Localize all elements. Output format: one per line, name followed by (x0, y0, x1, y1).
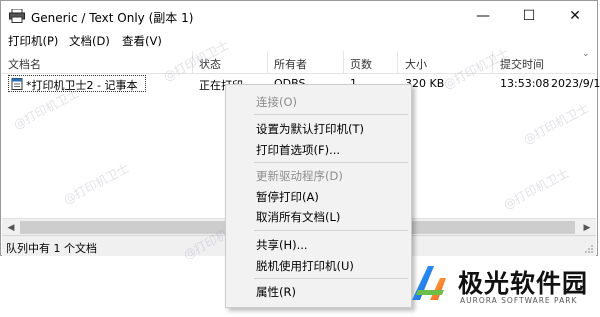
menu-bar: 打印机(P) 文档(D) 查看(V) (1, 31, 597, 51)
close-button[interactable]: ✕ (552, 1, 598, 31)
document-name: *打印机卫士2 - 记事本 (26, 79, 138, 92)
menu-item-update-driver: 更新驱动程序(D) (256, 169, 343, 183)
status-text: 队列中有 1 个文档 (6, 242, 97, 255)
document-icon (11, 78, 23, 93)
column-divider[interactable] (343, 51, 344, 73)
menu-separator (254, 114, 408, 115)
document-date: 2023/9/1 (551, 77, 600, 90)
menu-item-set-default[interactable]: 设置为默认打印机(T) (256, 121, 364, 137)
menu-item-cancel-all[interactable]: 取消所有文档(L) (256, 209, 340, 225)
scroll-left-icon[interactable]: ◀ (3, 220, 19, 235)
column-header-name[interactable]: 文档名 (8, 56, 41, 72)
maximize-button[interactable]: ☐ (506, 1, 552, 31)
site-logo: 极光软件园 AURORA SOFTWARE PARK (400, 258, 596, 314)
menu-separator (254, 278, 408, 279)
column-header-size[interactable]: 大小 (405, 56, 427, 72)
menu-separator (254, 162, 408, 163)
menu-item-properties[interactable]: 属性(R) (256, 284, 296, 300)
minimize-button[interactable]: — (460, 1, 506, 31)
menu-item-printing-preferences[interactable]: 打印首选项(F)... (256, 142, 340, 158)
menu-item-pause-printing[interactable]: 暂停打印(A) (256, 189, 319, 205)
title-bar[interactable]: Generic / Text Only (副本 1) — ☐ ✕ (1, 1, 597, 31)
column-divider[interactable] (192, 51, 193, 73)
menu-separator (254, 230, 408, 231)
column-header-pages[interactable]: 页数 (350, 56, 372, 72)
column-divider[interactable] (492, 51, 493, 73)
menu-item-sharing[interactable]: 共享(H)... (256, 237, 308, 253)
resize-grip-icon[interactable] (584, 244, 594, 254)
menu-printer[interactable]: 打印机(P) (8, 33, 58, 49)
scroll-right-icon[interactable]: ▶ (579, 220, 595, 235)
logo-subtitle: AURORA SOFTWARE PARK (460, 296, 578, 305)
menu-item-use-offline[interactable]: 脱机使用打印机(U) (256, 258, 354, 274)
document-name-cell[interactable]: *打印机卫士2 - 记事本 (8, 75, 146, 92)
column-header-owner[interactable]: 所有者 (274, 56, 307, 72)
menu-document[interactable]: 文档(D) (69, 33, 110, 49)
window-title: Generic / Text Only (副本 1) (31, 11, 194, 25)
aurora-logo-icon (404, 260, 454, 310)
document-time: 13:53:08 (500, 77, 550, 90)
column-header-row: 文档名 状态 所有者 页数 大小 提交时间 ⌄ (2, 49, 596, 74)
column-divider[interactable] (397, 51, 398, 73)
column-header-status[interactable]: 状态 (199, 56, 221, 72)
menu-view[interactable]: 查看(V) (122, 33, 162, 49)
context-menu: 连接(O) 设置为默认打印机(T) 打印首选项(F)... 更新驱动程序(D) … (225, 84, 412, 308)
column-header-submitted[interactable]: 提交时间 (500, 56, 544, 72)
printer-icon (9, 8, 25, 23)
logo-name: 极光软件园 (458, 269, 589, 298)
menu-item-connect: 连接(O) (256, 95, 298, 109)
sort-chevron-icon: ⌄ (582, 49, 590, 59)
column-divider[interactable] (267, 51, 268, 73)
